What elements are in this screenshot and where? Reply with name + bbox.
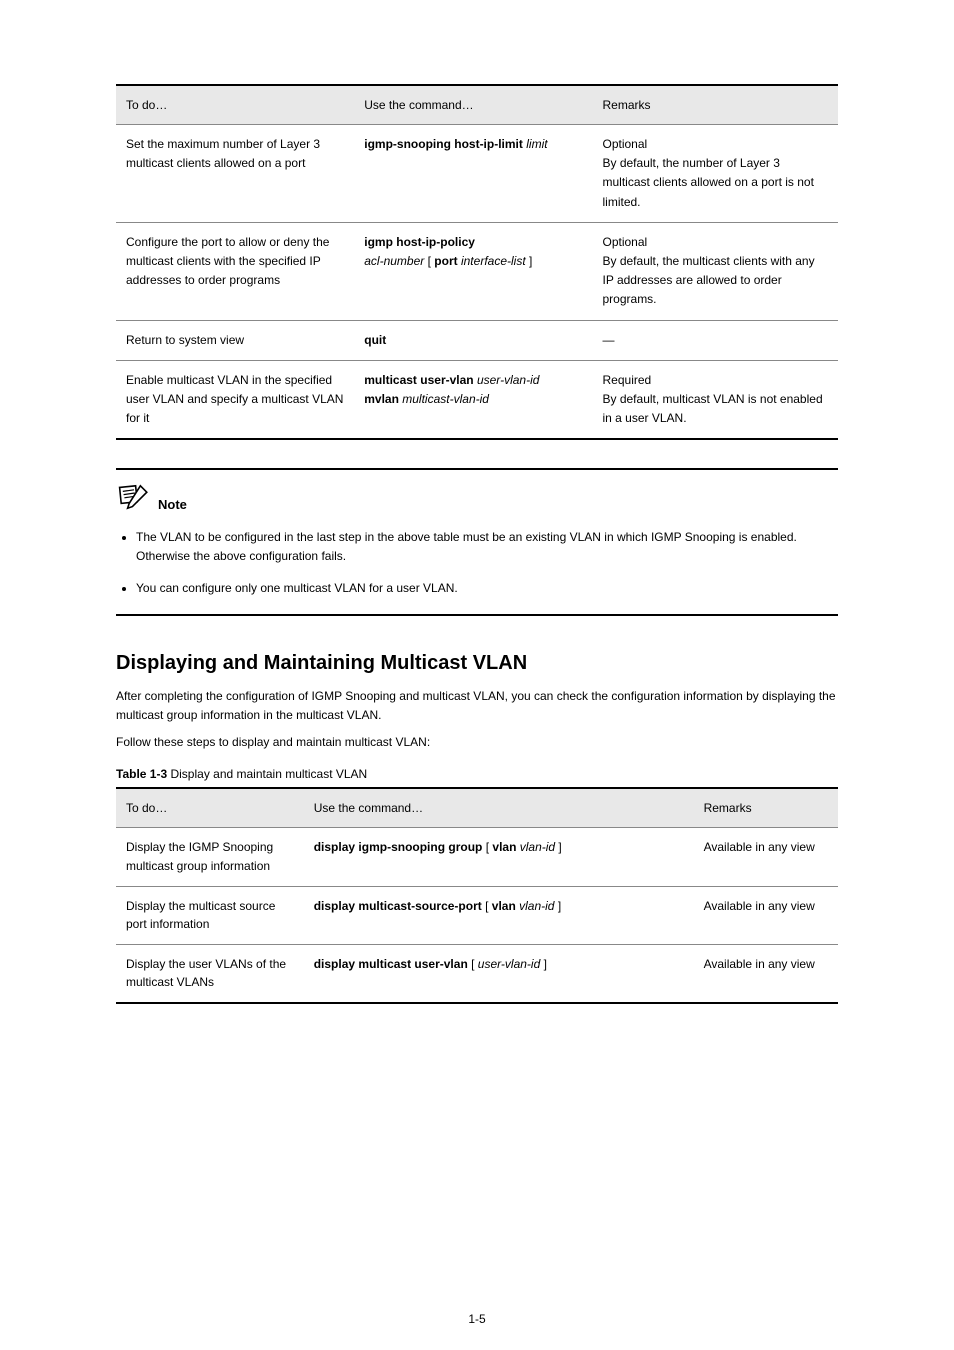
cmd-keyword: vlan (492, 840, 516, 854)
note-icon (118, 484, 150, 512)
cell-command: display igmp-snooping group [ vlan vlan-… (304, 828, 694, 886)
cell-remarks: Available in any view (694, 828, 838, 886)
cell-remarks: Optional By default, the multicast clien… (593, 222, 839, 320)
col-header-command: Use the command… (354, 85, 592, 125)
note-item: You can configure only one multicast VLA… (136, 579, 838, 598)
cell-todo: Display the IGMP Snooping multicast grou… (116, 828, 304, 886)
cmd-keyword: display igmp-snooping group (314, 840, 483, 854)
display-commands-table: To do… Use the command… Remarks Display … (116, 787, 838, 1004)
cmd-keyword: display multicast user-vlan (314, 957, 468, 971)
section-heading: Displaying and Maintaining Multicast VLA… (116, 652, 838, 675)
cell-command: display multicast user-vlan [ user-vlan-… (304, 944, 694, 1003)
cmd-arg: user-vlan-id (478, 957, 540, 971)
cell-remarks: Available in any view (694, 886, 838, 944)
cell-remarks: Required By default, multicast VLAN is n… (593, 360, 839, 439)
caption-text: Display and maintain multicast VLAN (170, 767, 367, 781)
cmd-keyword: quit (364, 333, 386, 347)
table-header-row: To do… Use the command… Remarks (116, 788, 838, 828)
cell-remarks: — (593, 320, 839, 360)
col-header-remarks: Remarks (694, 788, 838, 828)
cell-command: igmp-snooping host-ip-limit limit (354, 125, 592, 223)
config-steps-table: To do… Use the command… Remarks Set the … (116, 84, 838, 440)
col-header-todo: To do… (116, 85, 354, 125)
cmd-arg: limit (526, 137, 547, 151)
table-caption: Table 1-3 Display and maintain multicast… (116, 767, 838, 781)
cmd-text: [ (424, 254, 434, 268)
cmd-arg: interface-list (461, 254, 526, 268)
cmd-text: [ (468, 957, 478, 971)
note-list: The VLAN to be configured in the last st… (136, 528, 838, 598)
note-header: Note (118, 484, 838, 512)
cell-remarks: Available in any view (694, 944, 838, 1003)
cmd-text: ] (526, 254, 533, 268)
cell-todo: Display the user VLANs of the multicast … (116, 944, 304, 1003)
cell-todo: Return to system view (116, 320, 354, 360)
cmd-arg: vlan-id (516, 840, 555, 854)
table-header-row: To do… Use the command… Remarks (116, 85, 838, 125)
cell-command: display multicast-source-port [ vlan vla… (304, 886, 694, 944)
cell-todo: Set the maximum number of Layer 3 multic… (116, 125, 354, 223)
cell-remarks: Optional By default, the number of Layer… (593, 125, 839, 223)
table-row: Display the multicast source port inform… (116, 886, 838, 944)
col-header-remarks: Remarks (593, 85, 839, 125)
table-row: Return to system view quit — (116, 320, 838, 360)
table-row: Set the maximum number of Layer 3 multic… (116, 125, 838, 223)
cmd-keyword: display multicast-source-port (314, 899, 482, 913)
cmd-text: [ (482, 840, 492, 854)
table-row: Display the user VLANs of the multicast … (116, 944, 838, 1003)
note-item: The VLAN to be configured in the last st… (136, 528, 838, 565)
table-row: Display the IGMP Snooping multicast grou… (116, 828, 838, 886)
col-header-command: Use the command… (304, 788, 694, 828)
cmd-arg: multicast-vlan-id (402, 392, 489, 406)
cell-command: igmp host-ip-policy acl-number [ port in… (354, 222, 592, 320)
caption-label: Table 1-3 (116, 767, 170, 781)
cmd-keyword: igmp-snooping host-ip-limit (364, 137, 526, 151)
cell-todo: Configure the port to allow or deny the … (116, 222, 354, 320)
page-number: 1-5 (0, 1312, 954, 1326)
table-row: Enable multicast VLAN in the specified u… (116, 360, 838, 439)
document-page: To do… Use the command… Remarks Set the … (0, 0, 954, 1350)
cell-command: quit (354, 320, 592, 360)
table-row: Configure the port to allow or deny the … (116, 222, 838, 320)
cell-todo: Display the multicast source port inform… (116, 886, 304, 944)
cell-command: multicast user-vlan user-vlan-id mvlan m… (354, 360, 592, 439)
cmd-text: ] (555, 840, 562, 854)
cmd-arg: user-vlan-id (474, 373, 540, 387)
cmd-keyword: igmp host-ip-policy (364, 235, 475, 249)
note-label: Note (158, 497, 187, 512)
cmd-text: ] (540, 957, 547, 971)
cmd-keyword: mvlan (364, 392, 402, 406)
cmd-keyword: multicast user-vlan (364, 373, 473, 387)
body-paragraph: After completing the configuration of IG… (116, 687, 838, 725)
cmd-arg: vlan-id (516, 899, 555, 913)
cmd-text: [ (482, 899, 492, 913)
cell-todo: Enable multicast VLAN in the specified u… (116, 360, 354, 439)
cmd-text: ] (554, 899, 561, 913)
cmd-keyword: vlan (492, 899, 516, 913)
note-block: Note The VLAN to be configured in the la… (116, 468, 838, 616)
col-header-todo: To do… (116, 788, 304, 828)
cmd-keyword: port (434, 254, 457, 268)
body-paragraph: Follow these steps to display and mainta… (116, 735, 838, 749)
cmd-arg: acl-number (364, 254, 424, 268)
